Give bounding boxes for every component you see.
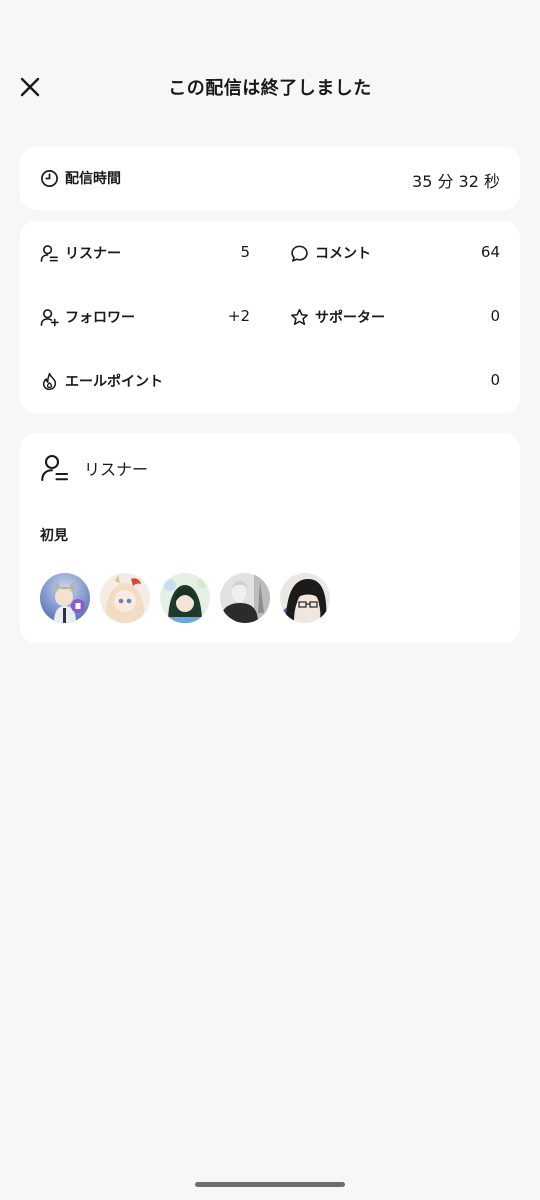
stat-supporters-label: サポーター xyxy=(315,310,385,326)
avatar[interactable] xyxy=(280,573,330,623)
stat-followers-label: フォロワー xyxy=(65,310,135,326)
duration-label: 配信時間 xyxy=(65,171,121,187)
avatar-list xyxy=(40,573,330,623)
follower-add-icon xyxy=(40,308,59,326)
stat-comments-value: 64 xyxy=(480,243,500,261)
stat-cheer-points: エールポイント xyxy=(40,371,163,391)
listeners-card: リスナー 初見 xyxy=(20,433,520,643)
stat-supporters-value: 0 xyxy=(490,307,500,325)
avatar[interactable] xyxy=(160,573,210,623)
avatar[interactable] xyxy=(220,573,270,623)
comment-icon xyxy=(291,245,308,262)
stat-supporters: サポーター xyxy=(290,307,385,327)
avatar[interactable] xyxy=(40,573,90,623)
stat-followers-value: +2 xyxy=(227,307,250,325)
first-time-label: 初見 xyxy=(40,528,68,544)
duration-label-row: 配信時間 xyxy=(40,168,121,188)
stat-listeners-label: リスナー xyxy=(65,246,121,262)
stat-listeners-value: 5 xyxy=(240,243,250,261)
flame-icon xyxy=(42,372,57,390)
home-indicator[interactable] xyxy=(195,1182,345,1187)
duration-card: 配信時間 35 分 32 秒 xyxy=(20,147,520,210)
stats-card: リスナー 5 コメント 64 フォロワー +2 サポーター 0 エールポイント … xyxy=(20,221,520,413)
stat-comments: コメント xyxy=(290,243,371,263)
listeners-section-header: リスナー xyxy=(40,453,148,483)
stat-cheer-points-value: 0 xyxy=(490,371,500,389)
listener-icon xyxy=(41,454,69,482)
stat-cheer-points-label: エールポイント xyxy=(65,374,163,390)
duration-value: 35 分 32 秒 xyxy=(412,172,500,191)
listener-icon xyxy=(40,244,58,262)
clock-icon xyxy=(41,169,58,187)
listeners-section-title: リスナー xyxy=(84,460,149,479)
star-icon xyxy=(291,308,308,325)
stat-followers: フォロワー xyxy=(40,307,135,327)
stat-listeners: リスナー xyxy=(40,243,121,263)
header: この配信は終了しました xyxy=(0,60,540,114)
avatar[interactable] xyxy=(100,573,150,623)
stat-comments-label: コメント xyxy=(315,246,371,262)
page-title: この配信は終了しました xyxy=(168,78,372,99)
